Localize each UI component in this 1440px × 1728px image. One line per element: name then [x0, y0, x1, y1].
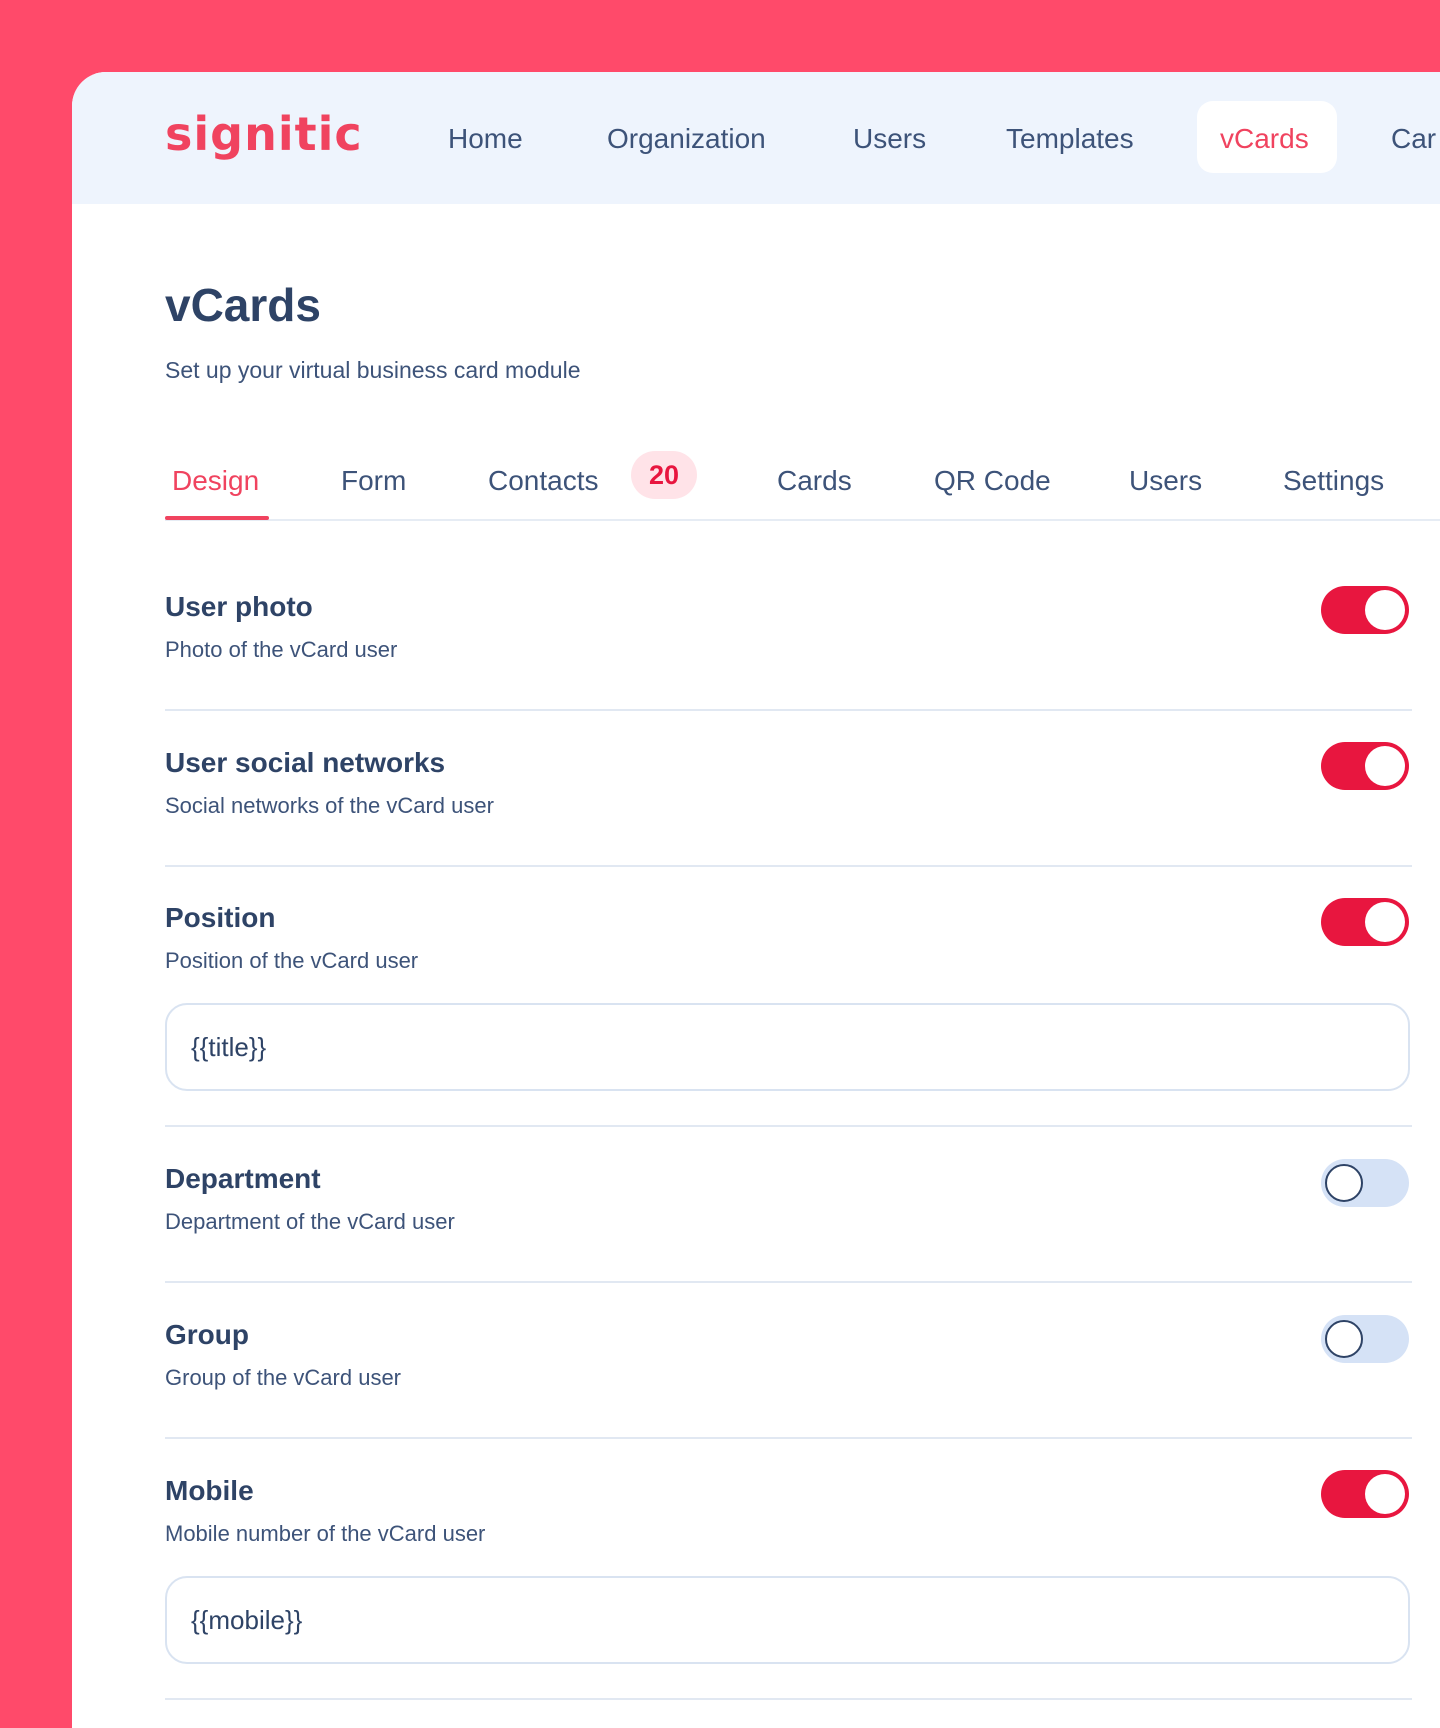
setting-title-mobile: Mobile	[165, 1475, 254, 1506]
toggle-department[interactable]	[1321, 1159, 1409, 1207]
toggle-knob	[1365, 746, 1405, 786]
top-navigation: signitic Home Organization Users Templat…	[72, 72, 1440, 204]
position-field[interactable]	[165, 1003, 1410, 1091]
page-subtitle: Set up your virtual business card module	[165, 357, 581, 383]
row-divider	[165, 709, 1412, 711]
nav-item-users[interactable]: Users	[853, 122, 926, 156]
row-divider	[165, 865, 1412, 867]
setting-title-department: Department	[165, 1163, 321, 1194]
setting-desc-mobile: Mobile number of the vCard user	[165, 1521, 486, 1546]
toggle-knob	[1325, 1320, 1363, 1358]
nav-item-templates[interactable]: Templates	[1006, 122, 1134, 156]
tab-design[interactable]: Design	[172, 464, 259, 498]
toggle-user-photo[interactable]	[1321, 586, 1409, 634]
toggle-knob	[1365, 1474, 1405, 1514]
toggle-user-social-networks[interactable]	[1321, 742, 1409, 790]
setting-desc-user-social-networks: Social networks of the vCard user	[165, 793, 494, 818]
signitic-logo[interactable]: signitic	[165, 108, 363, 160]
setting-title-user-photo: User photo	[165, 591, 313, 622]
toggle-knob	[1365, 902, 1405, 942]
toggle-mobile[interactable]	[1321, 1470, 1409, 1518]
tab-contacts[interactable]: Contacts	[488, 464, 599, 498]
nav-item-organization[interactable]: Organization	[607, 122, 766, 156]
toggle-knob	[1365, 590, 1405, 630]
setting-desc-user-photo: Photo of the vCard user	[165, 637, 398, 662]
page-title: vCards	[165, 279, 321, 331]
tab-form[interactable]: Form	[341, 464, 406, 498]
toggle-knob	[1325, 1164, 1363, 1202]
toggle-position[interactable]	[1321, 898, 1409, 946]
row-divider	[165, 1281, 1412, 1283]
setting-desc-department: Department of the vCard user	[165, 1209, 455, 1234]
tab-users[interactable]: Users	[1129, 464, 1202, 498]
row-divider	[165, 1437, 1412, 1439]
row-divider	[165, 1125, 1412, 1127]
setting-title-user-social-networks: User social networks	[165, 747, 446, 778]
nav-item-vcards[interactable]: vCards	[1220, 122, 1309, 156]
setting-title-position: Position	[165, 902, 276, 933]
tab-active-underline	[165, 516, 269, 520]
tab-qr-code[interactable]: QR Code	[934, 464, 1051, 498]
tab-cards[interactable]: Cards	[777, 464, 852, 498]
toggle-group[interactable]	[1321, 1315, 1409, 1363]
setting-title-group: Group	[165, 1319, 249, 1350]
app-window: signitic Home Organization Users Templat…	[72, 72, 1440, 1728]
tab-settings[interactable]: Settings	[1283, 464, 1384, 498]
setting-desc-group: Group of the vCard user	[165, 1365, 402, 1390]
setting-desc-position: Position of the vCard user	[165, 948, 419, 973]
nav-item-home[interactable]: Home	[448, 122, 523, 156]
row-divider	[165, 1698, 1412, 1700]
tabs-divider	[165, 519, 1440, 521]
contacts-count-badge: 20	[631, 451, 697, 499]
mobile-field[interactable]	[165, 1576, 1410, 1664]
nav-item-campaigns[interactable]: Car	[1391, 122, 1436, 156]
